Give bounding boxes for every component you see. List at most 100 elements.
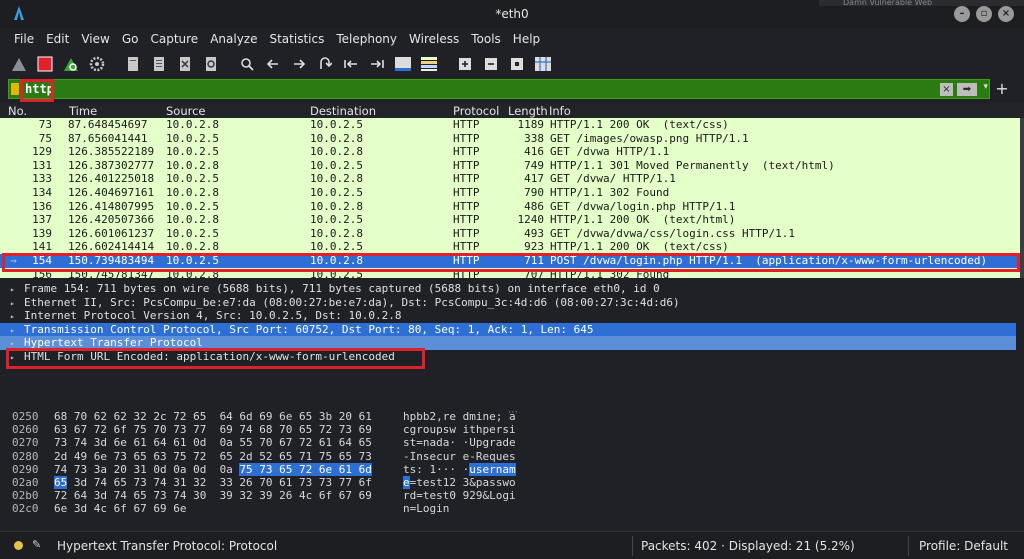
minimize-icon[interactable]: – — [954, 6, 970, 22]
packet-row[interactable]: 75 87.656041441 10.0.2.5 10.0.2.8 HTTP 338 GET… — [0, 132, 1020, 146]
detail-tree-item[interactable]: ▸ Ethernet II, Src: PcsCompu_be:e7:da (08… — [0, 296, 1016, 310]
normal-size-icon[interactable] — [506, 53, 528, 75]
bytes-hex[interactable]: 6e 3d 4c 6f 67 69 6e — [54, 502, 186, 515]
bytes-offset[interactable]: 0270 — [12, 436, 39, 449]
packet-row[interactable]: 73 87.648454697 10.0.2.8 10.0.2.5 HTTP 1189 HT… — [0, 118, 1020, 132]
bytes-offset[interactable]: 02c0 — [12, 502, 39, 515]
maximize-icon[interactable]: ▫ — [976, 6, 992, 22]
bytes-offset[interactable]: 0250 — [12, 410, 39, 423]
packet-info-cell: HTTP/1.1 200 OK (text/css) — [550, 240, 729, 254]
autoscroll-icon[interactable] — [392, 53, 414, 75]
expand-arrow-icon[interactable]: ▸ — [10, 324, 24, 338]
expand-arrow-icon[interactable]: ▸ — [10, 310, 24, 324]
forward-icon[interactable] — [288, 53, 310, 75]
bytes-offset[interactable]: 0290 — [12, 463, 39, 476]
column-protocol[interactable]: Protocol — [453, 104, 499, 118]
first-packet-icon[interactable] — [340, 53, 362, 75]
resize-columns-icon[interactable] — [532, 53, 554, 75]
column-time[interactable]: Time — [69, 104, 97, 118]
shark-fin-start-icon[interactable] — [8, 53, 30, 75]
column-no[interactable]: No. — [8, 104, 27, 118]
clear-filter-icon[interactable]: × — [940, 83, 953, 96]
packet-row[interactable]: 133 126.401225018 10.0.2.5 10.0.2.8 HTTP 417 G… — [0, 172, 1020, 186]
find-packet-icon[interactable] — [236, 53, 258, 75]
packet-row[interactable]: 139 126.601061237 10.0.2.5 10.0.2.8 HTTP 493 G… — [0, 227, 1020, 241]
bytes-ascii-highlight: e — [403, 476, 410, 489]
detail-tree-item[interactable]: ▸ Transmission Control Protocol, Src Port… — [0, 322, 1016, 338]
menu-analyze[interactable]: Analyze — [204, 28, 263, 50]
column-destination[interactable]: Destination — [310, 104, 376, 118]
close-icon[interactable]: × — [998, 6, 1014, 22]
menu-help[interactable]: Help — [507, 28, 546, 50]
detail-tree-item[interactable]: ▸ Frame 154: 711 bytes on wire (5688 bits… — [0, 282, 1016, 296]
packet-row[interactable]: 137 126.420507366 10.0.2.8 10.0.2.5 HTTP 1240… — [0, 213, 1020, 227]
stop-capture-icon[interactable] — [34, 53, 56, 75]
bytes-hex[interactable]: 72 64 3d 74 65 73 74 30 39 32 39 26 4c 6… — [54, 489, 372, 502]
packet-time-cell: 126.420507366 — [68, 213, 155, 227]
zoom-out-icon[interactable] — [480, 53, 502, 75]
edit-comment-icon[interactable]: ✎ — [32, 538, 41, 551]
packet-row[interactable]: 129 126.385522189 10.0.2.5 10.0.2.8 HTTP 416 G… — [0, 145, 1020, 159]
reload-file-icon[interactable] — [200, 53, 222, 75]
menu-edit[interactable]: Edit — [40, 28, 75, 50]
status-profile[interactable]: Profile: Default — [919, 539, 1008, 553]
packet-list-scrollbar[interactable] — [1020, 118, 1024, 278]
bytes-hex[interactable]: 74 73 3a 20 31 0d 0a 0d 0a 75 73 65 72 6… — [54, 462, 372, 476]
column-length[interactable]: Length — [508, 104, 548, 118]
filter-history-dropdown-icon[interactable]: ▾ — [983, 82, 988, 92]
bytes-ascii[interactable]: rd=test0 929&Logi — [403, 489, 516, 502]
bytes-ascii[interactable]: ts: 1··· ·usernam — [403, 462, 516, 476]
bytes-ascii[interactable]: st=nada· ·Upgrade — [403, 436, 516, 449]
filter-bookmark-icon[interactable] — [11, 83, 19, 95]
bytes-offset[interactable]: 0280 — [12, 450, 39, 463]
bytes-ascii[interactable]: n=Login — [403, 502, 449, 515]
bytes-ascii[interactable]: -Insecur e-Reques — [403, 450, 516, 463]
packet-row[interactable]: 136 126.414807995 10.0.2.5 10.0.2.8 HTTP 486 G… — [0, 200, 1020, 214]
menu-wireless[interactable]: Wireless — [403, 28, 465, 50]
bytes-hex[interactable]: 73 74 3d 6e 61 64 61 0d 0a 55 70 67 72 6… — [54, 436, 372, 449]
menu-statistics[interactable]: Statistics — [263, 28, 330, 50]
bytes-hex[interactable]: 65 3d 74 65 73 74 31 32 33 26 70 61 73 7… — [54, 476, 372, 489]
apply-filter-icon[interactable]: ➡ — [957, 83, 977, 96]
column-info[interactable]: Info — [549, 104, 571, 118]
add-filter-button-icon[interactable]: + — [992, 79, 1012, 99]
colorize-icon[interactable] — [418, 53, 440, 75]
expand-arrow-icon[interactable]: ▸ — [10, 283, 24, 297]
menu-view[interactable]: View — [75, 28, 115, 50]
bytes-offset[interactable]: 0260 — [12, 423, 39, 436]
expand-arrow-icon[interactable]: ▸ — [10, 297, 24, 311]
packet-no-cell: 75 — [38, 131, 52, 145]
menu-file[interactable]: File — [8, 28, 40, 50]
bytes-hex[interactable]: 68 70 62 62 32 2c 72 65 64 6d 69 6e 65 3… — [54, 410, 372, 423]
column-source[interactable]: Source — [166, 104, 206, 118]
packet-destination-cell: 10.0.2.5 — [310, 158, 363, 172]
restart-capture-icon[interactable] — [60, 53, 82, 75]
packet-row[interactable]: 134 126.404697161 10.0.2.8 10.0.2.5 HTTP 790 H… — [0, 186, 1020, 200]
menu-capture[interactable]: Capture — [144, 28, 204, 50]
menu-telephony[interactable]: Telephony — [330, 28, 403, 50]
close-file-icon[interactable] — [174, 53, 196, 75]
bytes-hex[interactable]: 63 67 72 6f 75 70 73 77 69 74 68 70 65 7… — [54, 423, 372, 436]
save-file-icon[interactable] — [148, 53, 170, 75]
menu-go[interactable]: Go — [116, 28, 145, 50]
detail-tree-label: Ethernet II, Src: PcsCompu_be:e7:da (08:… — [24, 295, 680, 309]
capture-options-icon[interactable] — [86, 53, 108, 75]
detail-tree-item[interactable]: ▸ Internet Protocol Version 4, Src: 10.0.… — [0, 309, 1016, 323]
bytes-offset[interactable]: 02b0 — [12, 489, 39, 502]
menu-tools[interactable]: Tools — [465, 28, 507, 50]
zoom-in-icon[interactable] — [454, 53, 476, 75]
open-file-icon[interactable] — [122, 53, 144, 75]
bytes-ascii[interactable]: cgroupsw ithpersi — [403, 423, 516, 436]
go-to-packet-icon[interactable] — [314, 53, 336, 75]
last-packet-icon[interactable] — [366, 53, 388, 75]
packet-row[interactable]: 141 126.602414414 10.0.2.8 10.0.2.5 HTTP 923 H… — [0, 240, 1020, 254]
packet-source-cell: 10.0.2.8 — [166, 158, 219, 172]
bytes-offset[interactable]: 02a0 — [12, 476, 39, 489]
bytes-ascii[interactable]: e=test12 3&passwo — [403, 476, 516, 489]
back-icon[interactable] — [262, 53, 284, 75]
bytes-ascii[interactable]: hpbb2,re dmine; a — [403, 410, 516, 423]
display-filter-bar[interactable]: http × ➡ ▾ — [8, 79, 990, 99]
bytes-hex[interactable]: 2d 49 6e 73 65 63 75 72 65 2d 52 65 71 7… — [54, 450, 372, 463]
capture-status-icon[interactable] — [14, 541, 23, 550]
packet-row[interactable]: 131 126.387302777 10.0.2.8 10.0.2.5 HTTP 749 H… — [0, 159, 1020, 173]
